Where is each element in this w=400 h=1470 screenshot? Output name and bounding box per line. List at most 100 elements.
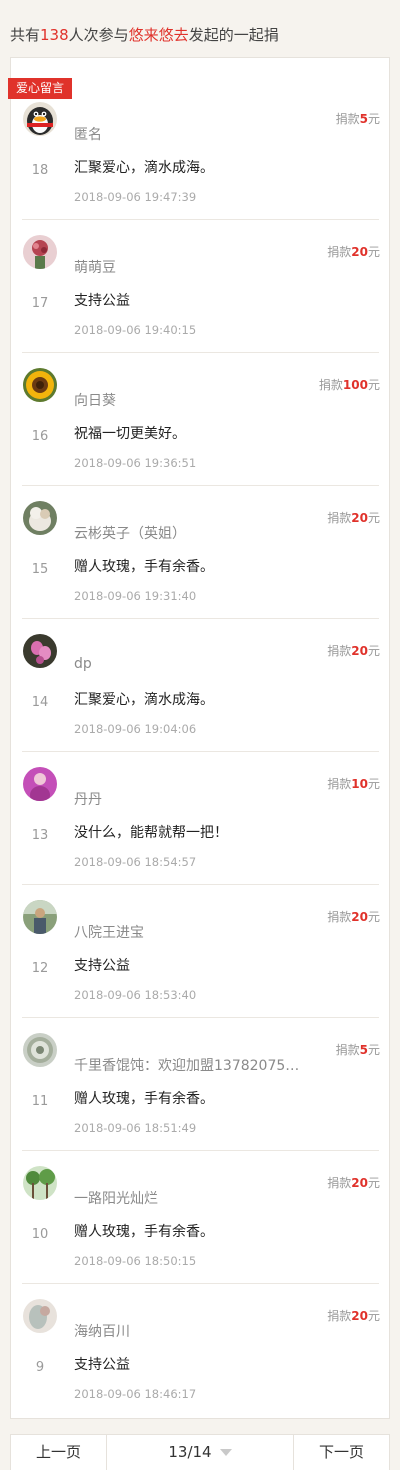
donation-amount: 捐款20元 (327, 243, 380, 260)
list-item: 14 dp 捐款20元 汇聚爱心，滴水成海。 2018-09-06 19:04:… (22, 619, 380, 752)
amount-unit: 元 (367, 910, 380, 924)
list-item: 16 向日葵 捐款100元 祝福一切更美好。 2018-09-06 19:36:… (22, 353, 380, 486)
amount-label: 捐款 (327, 910, 352, 924)
prev-page-button[interactable]: 上一页 (11, 1435, 106, 1470)
page-select[interactable]: 13/14 (106, 1435, 294, 1470)
organizer-name[interactable]: 悠来悠去 (129, 26, 189, 44)
donation-amount: 捐款5元 (336, 1041, 380, 1058)
next-page-button[interactable]: 下一页 (294, 1435, 389, 1470)
list-item: 11 千里香馄饨：欢迎加盟13782075… 捐款5元 赠人玫瑰，手有余香。 2… (22, 1018, 380, 1151)
amount-label: 捐款 (327, 511, 352, 525)
donor-message: 支持公益 (74, 293, 130, 309)
person-photo-avatar (23, 900, 57, 934)
amount-unit: 元 (367, 378, 380, 392)
entry-number: 12 (31, 961, 49, 976)
list-item: 12 八院王进宝 捐款20元 支持公益 2018-09-06 18:53:40 (22, 885, 380, 1018)
amount-label: 捐款 (327, 1309, 352, 1323)
flower-avatar (23, 235, 57, 269)
message-time: 2018-09-06 19:36:51 (74, 456, 197, 470)
message-time: 2018-09-06 19:04:06 (74, 722, 197, 736)
amount-label: 捐款 (327, 245, 352, 259)
amount-label: 捐款 (335, 112, 360, 126)
entry-number: 10 (31, 1227, 49, 1242)
sunflower-avatar (23, 368, 57, 402)
donor-message: 赠人玫瑰，手有余香。 (74, 559, 214, 575)
amount-unit: 元 (367, 1309, 380, 1323)
donation-amount: 捐款20元 (327, 509, 380, 526)
donation-amount: 捐款20元 (327, 642, 380, 659)
amount-label: 捐款 (327, 1176, 352, 1190)
amount-label: 捐款 (335, 1043, 360, 1057)
entry-number: 15 (31, 562, 49, 577)
donor-message: 没什么，能帮就帮一把！ (74, 825, 228, 841)
amount-value: 20 (351, 1309, 368, 1323)
message-time: 2018-09-06 18:46:17 (74, 1387, 197, 1401)
donor-message: 赠人玫瑰，手有余香。 (74, 1091, 214, 1107)
entry-number: 9 (35, 1360, 45, 1375)
donor-name: 萌萌豆 (74, 260, 116, 276)
list-item: 18 匿名 捐款5元 汇聚爱心，滴水成海。 2018-09-06 19:47:3… (22, 87, 380, 220)
donor-message: 汇聚爱心，滴水成海。 (74, 692, 214, 708)
qq-penguin-avatar (23, 102, 57, 136)
donation-amount: 捐款20元 (327, 908, 380, 925)
donor-message: 支持公益 (74, 1357, 130, 1373)
dog-avatar (23, 501, 57, 535)
donation-amount: 捐款100元 (319, 376, 380, 393)
amount-value: 100 (342, 378, 368, 392)
donor-name: 八院王进宝 (74, 925, 144, 941)
amount-value: 10 (351, 777, 368, 791)
amount-unit: 元 (367, 245, 380, 259)
amount-unit: 元 (367, 511, 380, 525)
donation-amount: 捐款20元 (327, 1307, 380, 1324)
donor-name: 千里香馄饨：欢迎加盟13782075… (74, 1058, 300, 1074)
amount-unit: 元 (367, 777, 380, 791)
entry-number: 16 (31, 429, 49, 444)
amount-value: 20 (351, 910, 368, 924)
amount-value: 20 (351, 1176, 368, 1190)
amount-value: 20 (351, 245, 368, 259)
donation-amount: 捐款5元 (336, 110, 380, 127)
entry-number: 18 (31, 163, 49, 178)
donation-summary: 共有138人次参与悠来悠去发起的一起捐 (0, 0, 400, 56)
summary-suffix: 发起的一起捐 (188, 26, 279, 44)
amount-label: 捐款 (327, 777, 352, 791)
amount-label: 捐款 (327, 644, 352, 658)
donor-message: 汇聚爱心，滴水成海。 (74, 160, 214, 176)
message-time: 2018-09-06 19:47:39 (74, 190, 197, 204)
amount-value: 5 (359, 112, 368, 126)
list-item: 17 萌萌豆 捐款20元 支持公益 2018-09-06 19:40:15 (22, 220, 380, 353)
illustration-avatar (23, 1299, 57, 1333)
donor-name: 云彬英子（英姐） (74, 526, 186, 542)
amount-label: 捐款 (318, 378, 343, 392)
entry-number: 17 (31, 296, 49, 311)
donor-name: 匿名 (74, 127, 102, 143)
amount-unit: 元 (367, 1043, 380, 1057)
participant-count: 138 (40, 26, 69, 44)
donor-message: 赠人玫瑰，手有余香。 (74, 1224, 214, 1240)
amount-unit: 元 (367, 644, 380, 658)
message-time: 2018-09-06 19:31:40 (74, 589, 197, 603)
summary-middle: 人次参与 (68, 26, 129, 44)
donor-message: 支持公益 (74, 958, 130, 974)
message-time: 2018-09-06 18:51:49 (74, 1121, 197, 1135)
donation-amount: 捐款10元 (327, 775, 380, 792)
amount-value: 5 (359, 1043, 368, 1057)
message-time: 2018-09-06 18:53:40 (74, 988, 197, 1002)
caret-down-icon (219, 1449, 232, 1456)
pagination: 上一页 13/14 下一页 (10, 1434, 390, 1470)
message-list-card: 爱心留言 18 匿名 捐款5元 汇聚爱心，滴水成海。 2018-09-06 19… (8, 57, 390, 1419)
amount-unit: 元 (367, 1176, 380, 1190)
entry-number: 14 (31, 695, 49, 710)
list-item: 9 海纳百川 捐款20元 支持公益 2018-09-06 18:46:17 (22, 1284, 380, 1417)
dumpling-avatar (23, 1033, 57, 1067)
list-item: 15 云彬英子（英姐） 捐款20元 赠人玫瑰，手有余香。 2018-09-06 … (22, 486, 380, 619)
message-time: 2018-09-06 18:50:15 (74, 1254, 197, 1268)
amount-value: 20 (351, 644, 368, 658)
summary-prefix: 共有 (10, 26, 41, 44)
trees-avatar (23, 1166, 57, 1200)
donor-name: 向日葵 (74, 393, 116, 409)
donor-name: 海纳百川 (74, 1324, 130, 1340)
orchid-avatar (23, 634, 57, 668)
message-time: 2018-09-06 18:54:57 (74, 855, 197, 869)
list-item: 10 一路阳光灿烂 捐款20元 赠人玫瑰，手有余香。 2018-09-06 18… (22, 1151, 380, 1284)
